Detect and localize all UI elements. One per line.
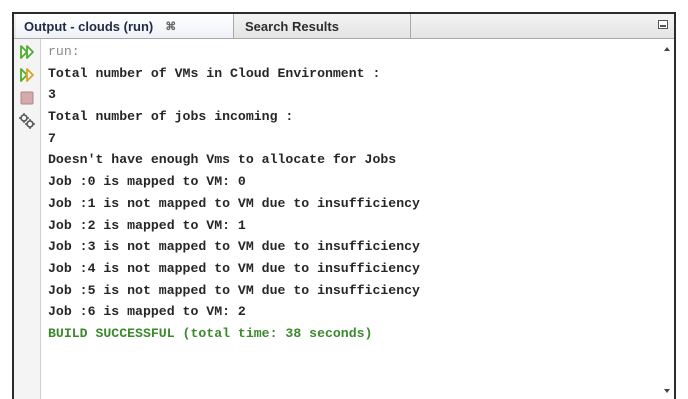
console-line: run: (48, 44, 80, 59)
console-line: 3 (48, 87, 56, 103)
build-status-line: BUILD SUCCESSFUL (total time: 38 seconds… (48, 325, 373, 341)
console-line: 7 (48, 130, 56, 146)
minimize-window-icon[interactable] (658, 20, 668, 29)
scroll-down-icon[interactable] (664, 389, 670, 393)
tab-bar: Output - clouds (run) ⌘ Search Results (14, 14, 674, 39)
console-line: Job :1 is not mapped to VM due to insuff… (48, 195, 420, 211)
console-output: run: Total number of VMs in Cloud Enviro… (48, 41, 652, 399)
stop-icon[interactable] (18, 89, 36, 107)
tab-output-clouds-run[interactable]: Output - clouds (run) ⌘ (16, 14, 234, 38)
scroll-up-icon[interactable] (664, 47, 670, 51)
output-window: Output - clouds (run) ⌘ Search Results r… (12, 12, 676, 399)
console-line: Job :5 is not mapped to VM due to insuff… (48, 282, 420, 298)
rerun-with-options-icon[interactable] (18, 66, 36, 84)
console-line: Job :0 is mapped to VM: 0 (48, 174, 246, 190)
close-icon[interactable]: ⌘ (165, 20, 176, 33)
console-line: Job :2 is mapped to VM: 1 (48, 217, 246, 233)
tab-search-results[interactable]: Search Results (235, 14, 411, 38)
console-line: Total number of jobs incoming : (48, 109, 294, 125)
tab-label: Search Results (245, 18, 339, 34)
tab-label: Output - clouds (run) (24, 18, 154, 34)
rerun-icon[interactable] (18, 43, 36, 61)
console-line: Job :3 is not mapped to VM due to insuff… (48, 239, 420, 255)
output-toolbar (14, 39, 41, 399)
settings-icon[interactable] (18, 112, 36, 130)
console-line: Job :6 is mapped to VM: 2 (48, 304, 246, 320)
console-line: Doesn't have enough Vms to allocate for … (48, 152, 397, 168)
console-line: Job :4 is not mapped to VM due to insuff… (48, 260, 420, 276)
console-line: Total number of VMs in Cloud Environment… (48, 65, 381, 81)
vertical-scrollbar[interactable] (660, 39, 674, 399)
